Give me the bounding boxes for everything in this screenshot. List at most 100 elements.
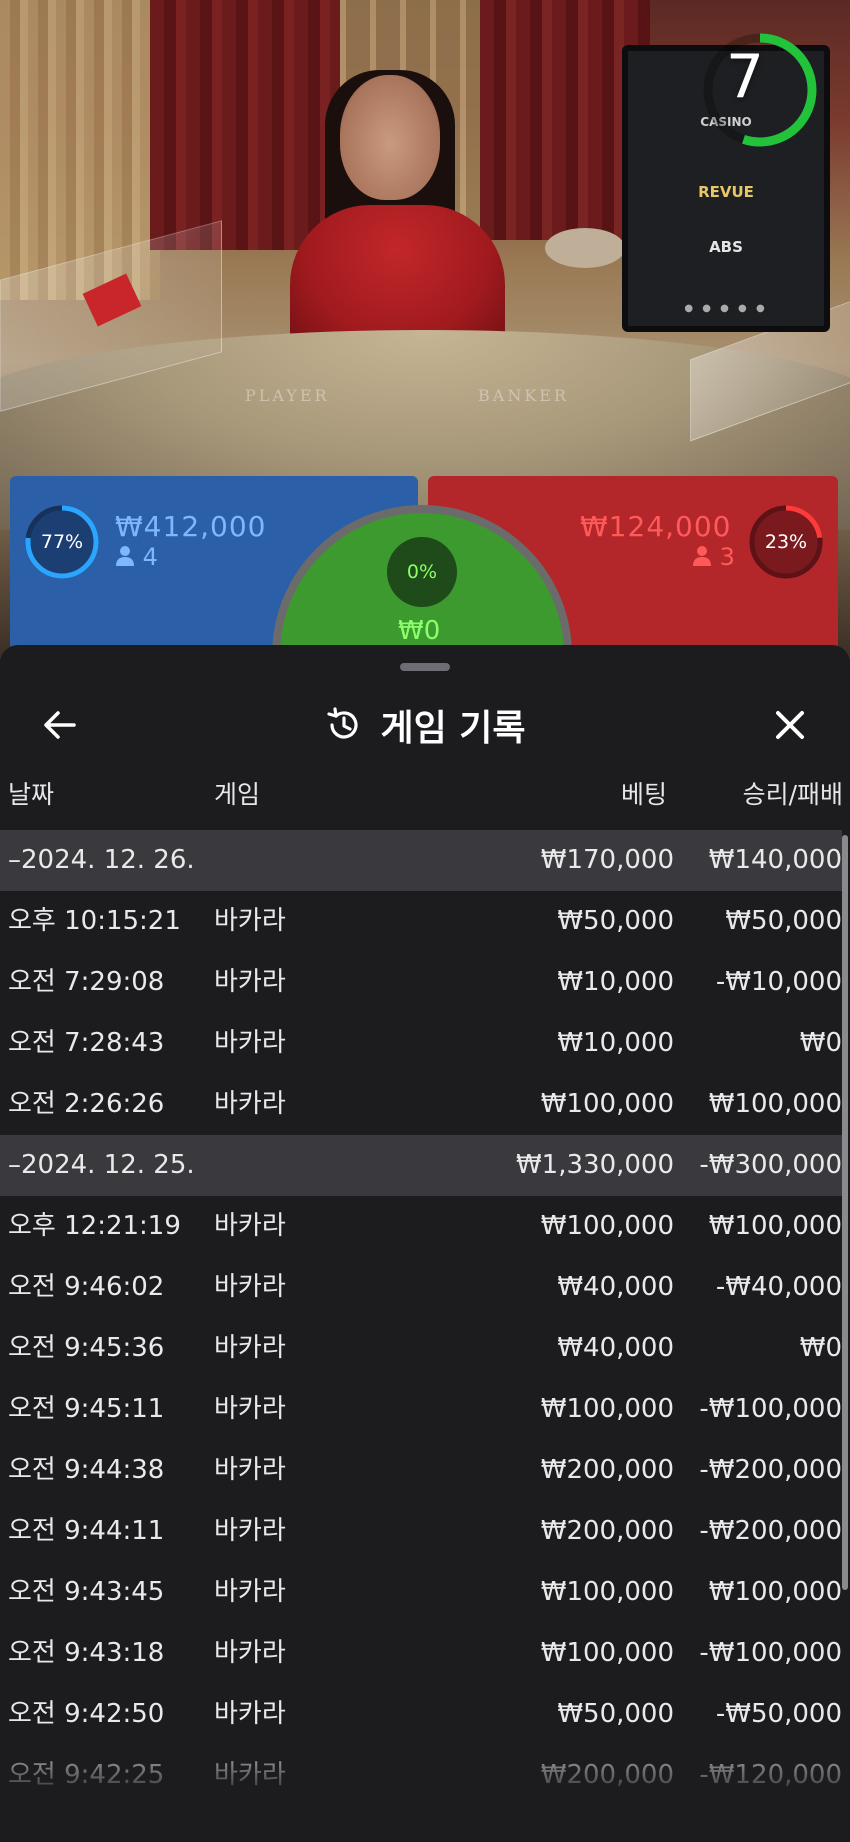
row-game: 바카라	[214, 1028, 286, 1058]
row-time: 오후 12:21:19	[8, 1211, 181, 1241]
tie-total-amount: ₩0	[398, 616, 441, 646]
group-winloss-total: ₩140,000	[708, 845, 842, 875]
row-bet: ₩10,000	[557, 1028, 674, 1058]
row-bet: ₩100,000	[540, 1638, 674, 1668]
history-row[interactable]: 오후 12:21:19 바카라 ₩100,000 ₩100,000	[0, 1196, 842, 1257]
row-winloss: ₩50,000	[725, 906, 842, 936]
history-list[interactable]: –2024. 12. 26. ₩170,000 ₩140,000 오후 10:15:2…	[0, 830, 842, 1806]
player-percent: 77%	[40, 531, 84, 553]
row-game: 바카라	[214, 1638, 286, 1668]
row-time: 오전 7:28:43	[8, 1028, 165, 1058]
row-bet: ₩100,000	[540, 1211, 674, 1241]
row-winloss: -₩120,000	[699, 1760, 842, 1790]
row-time: 오전 7:29:08	[8, 967, 165, 997]
row-bet: ₩50,000	[557, 1699, 674, 1729]
date-group-row[interactable]: –2024. 12. 25. ₩1,330,000 -₩300,000	[0, 1135, 842, 1196]
banker-total-amount: ₩124,000	[580, 510, 732, 543]
column-header-date: 날짜	[8, 780, 55, 809]
history-row[interactable]: 오전 9:44:38 바카라 ₩200,000 -₩200,000	[0, 1440, 842, 1501]
row-winloss: ₩0	[799, 1028, 842, 1058]
row-bet: ₩200,000	[540, 1760, 674, 1790]
group-winloss-total: -₩300,000	[699, 1150, 842, 1180]
arrow-left-icon	[44, 711, 76, 739]
row-bet: ₩100,000	[540, 1577, 674, 1607]
tie-percent: 0%	[387, 537, 457, 607]
close-icon	[776, 711, 804, 739]
row-game: 바카라	[214, 1455, 286, 1485]
row-game: 바카라	[214, 1211, 286, 1241]
row-game: 바카라	[214, 1394, 286, 1424]
player-bettor-count-value: 4	[142, 543, 158, 571]
date-group-row[interactable]: –2024. 12. 26. ₩170,000 ₩140,000	[0, 830, 842, 891]
drag-handle[interactable]	[400, 663, 450, 671]
group-date: –2024. 12. 26.	[8, 845, 195, 875]
history-row[interactable]: 오전 2:26:26 바카라 ₩100,000 ₩100,000	[0, 1074, 842, 1135]
dealer-head	[340, 75, 440, 200]
history-row[interactable]: 오전 9:44:11 바카라 ₩200,000 -₩200,000	[0, 1501, 842, 1562]
row-game: 바카라	[214, 1333, 286, 1363]
history-row[interactable]: 오전 7:29:08 바카라 ₩10,000 -₩10,000	[0, 952, 842, 1013]
history-row[interactable]: 오전 9:42:50 바카라 ₩50,000 -₩50,000	[0, 1684, 842, 1745]
row-bet: ₩50,000	[557, 906, 674, 936]
row-game: 바카라	[214, 1272, 286, 1302]
history-row[interactable]: 오전 9:43:18 바카라 ₩100,000 -₩100,000	[0, 1623, 842, 1684]
row-winloss: ₩100,000	[708, 1211, 842, 1241]
history-row[interactable]: 오전 9:45:11 바카라 ₩100,000 -₩100,000	[0, 1379, 842, 1440]
row-winloss: ₩100,000	[708, 1577, 842, 1607]
row-game: 바카라	[214, 1699, 286, 1729]
row-time: 오전 9:44:11	[8, 1516, 165, 1546]
close-button[interactable]	[762, 697, 818, 753]
history-icon	[327, 707, 359, 739]
column-header-game: 게임	[214, 780, 261, 809]
banker-bettor-count-value: 3	[719, 543, 735, 571]
back-button[interactable]	[32, 697, 88, 753]
table-player-text: PLAYER	[245, 386, 330, 405]
history-row[interactable]: 오전 7:28:43 바카라 ₩10,000 ₩0	[0, 1013, 842, 1074]
monitor-item-abs: ABS	[709, 238, 743, 256]
monitor-item-revue: REVUE	[698, 183, 754, 201]
column-header-bet: 베팅	[620, 780, 667, 809]
user-icon	[116, 546, 134, 566]
sheet-title-group: 게임 기록	[0, 685, 850, 765]
row-bet: ₩200,000	[540, 1516, 674, 1546]
player-bettor-count: 4	[115, 543, 158, 571]
sheet-header: 게임 기록	[0, 685, 850, 765]
group-bet-total: ₩170,000	[540, 845, 674, 875]
row-winloss: ₩0	[799, 1333, 842, 1363]
stool	[545, 228, 625, 268]
row-time: 오전 9:44:38	[8, 1455, 165, 1485]
row-time: 오전 9:43:18	[8, 1638, 165, 1668]
row-game: 바카라	[214, 1760, 286, 1790]
row-bet: ₩100,000	[540, 1089, 674, 1119]
row-winloss: -₩10,000	[715, 967, 842, 997]
user-icon	[693, 546, 711, 566]
row-time: 오전 9:43:45	[8, 1577, 165, 1607]
row-game: 바카라	[214, 1516, 286, 1546]
row-bet: ₩40,000	[557, 1272, 674, 1302]
sheet-title: 게임 기록	[380, 708, 526, 749]
history-row[interactable]: 오전 9:42:25 바카라 ₩200,000 -₩120,000	[0, 1745, 842, 1806]
history-row[interactable]: 오전 9:45:36 바카라 ₩40,000 ₩0	[0, 1318, 842, 1379]
row-bet: ₩100,000	[540, 1394, 674, 1424]
group-date: –2024. 12. 25.	[8, 1150, 195, 1180]
row-bet: ₩10,000	[557, 967, 674, 997]
history-row[interactable]: 오전 9:43:45 바카라 ₩100,000 ₩100,000	[0, 1562, 842, 1623]
row-winloss: ₩100,000	[708, 1089, 842, 1119]
row-game: 바카라	[214, 967, 286, 997]
history-row[interactable]: 오후 10:15:21 바카라 ₩50,000 ₩50,000	[0, 891, 842, 952]
row-time: 오전 9:42:25	[8, 1760, 165, 1790]
history-row[interactable]: 오전 9:46:02 바카라 ₩40,000 -₩40,000	[0, 1257, 842, 1318]
row-game: 바카라	[214, 1089, 286, 1119]
row-time: 오전 2:26:26	[8, 1089, 165, 1119]
banker-percent: 23%	[764, 531, 808, 553]
row-game: 바카라	[214, 906, 286, 936]
row-time: 오후 10:15:21	[8, 906, 181, 936]
row-bet: ₩200,000	[540, 1455, 674, 1485]
row-bet: ₩40,000	[557, 1333, 674, 1363]
group-bet-total: ₩1,330,000	[515, 1150, 674, 1180]
row-winloss: -₩200,000	[699, 1516, 842, 1546]
scrollbar[interactable]	[842, 835, 848, 1590]
monitor-page-dots: ● ● ● ● ●	[684, 303, 768, 314]
row-time: 오전 9:46:02	[8, 1272, 165, 1302]
table-banker-text: BANKER	[478, 386, 569, 405]
